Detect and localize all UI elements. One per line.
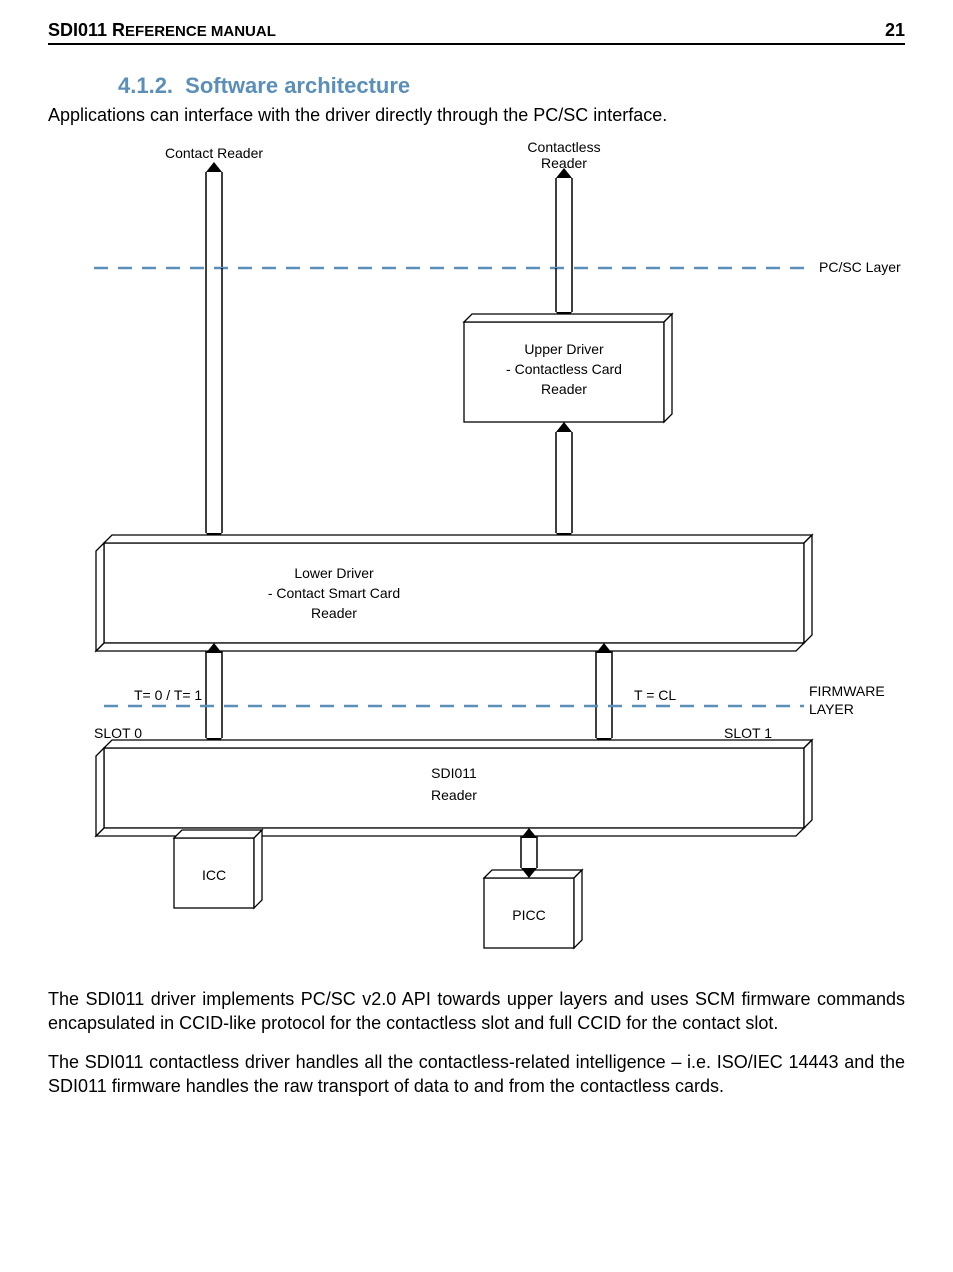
contactless-reader-label-line1: Contactless xyxy=(527,139,600,155)
upper-driver-line2: - Contactless Card xyxy=(506,361,622,377)
paragraph-2: The SDI011 contactless driver handles al… xyxy=(48,1050,905,1099)
section-heading: 4.1.2. Software architecture xyxy=(118,73,905,99)
t0-t1-label: T= 0 / T= 1 xyxy=(134,687,202,703)
picc-label: PICC xyxy=(512,907,545,923)
upper-driver-box: Upper Driver - Contactless Card Reader xyxy=(464,314,672,422)
paragraph-1: The SDI011 driver implements PC/SC v2.0 … xyxy=(48,987,905,1036)
page-header: SDI011 REFERENCE MANUAL 21 xyxy=(48,20,905,45)
firmware-layer-label1: FIRMWARE xyxy=(809,683,885,699)
doc-title-prefix: SDI011 R xyxy=(48,20,125,40)
sdi011-reader-box: SDI011 Reader xyxy=(96,740,812,836)
lower-driver-line3: Reader xyxy=(311,605,357,621)
software-architecture-diagram: Contact Reader Contactless Reader PC/SC … xyxy=(84,138,893,973)
upper-driver-line3: Reader xyxy=(541,381,587,397)
page-number: 21 xyxy=(885,20,905,41)
upper-driver-line1: Upper Driver xyxy=(524,341,604,357)
tcl-label: T = CL xyxy=(634,687,676,703)
reader-line1: SDI011 xyxy=(431,765,477,781)
doc-title-rest: EFERENCE MANUAL xyxy=(125,23,276,40)
lower-driver-box: Lower Driver - Contact Smart Card Reader xyxy=(96,535,812,651)
intro-text: Applications can interface with the driv… xyxy=(48,105,905,126)
contact-reader-label: Contact Reader xyxy=(165,145,263,161)
lower-driver-line2: - Contact Smart Card xyxy=(268,585,400,601)
icc-label: ICC xyxy=(202,867,226,883)
section-number: 4.1.2. xyxy=(118,73,173,98)
picc-box: PICC xyxy=(484,870,582,948)
slot1-label: SLOT 1 xyxy=(724,725,772,741)
slot0-label: SLOT 0 xyxy=(94,725,142,741)
pcsc-layer-label: PC/SC Layer xyxy=(819,259,901,275)
doc-title: SDI011 REFERENCE MANUAL xyxy=(48,20,276,41)
lower-driver-line1: Lower Driver xyxy=(294,565,374,581)
reader-line2: Reader xyxy=(431,787,477,803)
section-title: Software architecture xyxy=(185,73,410,98)
firmware-layer-label2: LAYER xyxy=(809,701,854,717)
icc-box: ICC xyxy=(174,830,262,908)
